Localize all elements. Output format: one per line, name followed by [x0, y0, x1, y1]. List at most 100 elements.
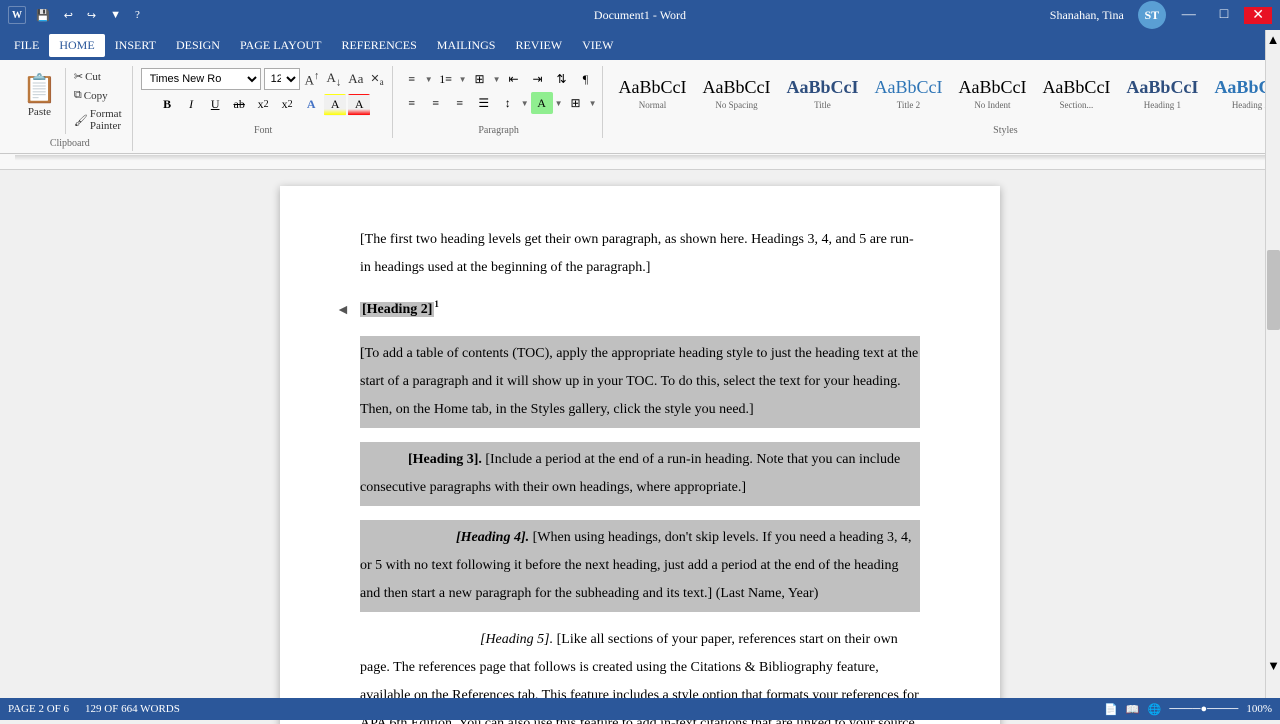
menu-bar: FILE HOME INSERT DESIGN PAGE LAYOUT REFE…	[0, 30, 1280, 60]
scrollbar[interactable]: ▲ ▼	[1265, 30, 1280, 698]
paste-icon: 📋	[22, 72, 57, 106]
menu-home[interactable]: HOME	[49, 34, 104, 57]
shading-button[interactable]: A	[531, 92, 553, 114]
word-count-status: 129 OF 664 WORDS	[85, 703, 180, 715]
style-no-spacing[interactable]: AaBbCcI No Spacing	[695, 72, 777, 116]
style-heading1-preview: AaBbCcI	[1126, 77, 1198, 99]
style-title[interactable]: AaBbCcI Title	[779, 72, 865, 116]
bullet-list-button[interactable]: ≡	[401, 68, 423, 90]
style-section-preview: AaBbCcI	[1042, 77, 1110, 99]
cut-button[interactable]: ✂ Cut	[70, 68, 126, 85]
paste-button[interactable]: 📋 Paste	[14, 68, 66, 134]
line-spacing-button[interactable]: ↕	[497, 92, 519, 114]
align-right-button[interactable]: ≡	[449, 92, 471, 114]
change-case-button[interactable]: Aa	[346, 69, 365, 89]
style-section[interactable]: AaBbCcI Section...	[1035, 72, 1117, 116]
styles-gallery: AaBbCcI Normal AaBbCcI No Spacing AaBbCc…	[611, 72, 1280, 116]
zoom-level: 100%	[1246, 703, 1272, 715]
layout-view-icon[interactable]: 📄	[1104, 703, 1118, 716]
minimize-button[interactable]: —	[1174, 7, 1204, 23]
format-painter-button[interactable]: 🖌 Format Painter	[70, 106, 126, 134]
menu-view[interactable]: VIEW	[572, 34, 623, 57]
web-view-icon[interactable]: 🌐	[1148, 703, 1162, 716]
quick-access-more[interactable]: ▼	[106, 7, 125, 23]
font-group: Times New Ro 12 A↑ A↓ Aa ✕a B I U ab x2 …	[135, 66, 393, 138]
font-size-select[interactable]: 12	[264, 68, 300, 90]
text-effects-button[interactable]: A	[300, 94, 322, 116]
style-no-spacing-label: No Spacing	[715, 100, 757, 110]
status-bar: PAGE 2 OF 6 129 OF 664 WORDS 📄 📖 🌐 ────●…	[0, 698, 1280, 720]
clear-formatting-button[interactable]: ✕a	[368, 70, 385, 89]
shading-dropdown[interactable]: ▼	[555, 99, 563, 108]
multilevel-dropdown[interactable]: ▼	[493, 75, 501, 84]
redo-button[interactable]: ↪	[83, 7, 100, 24]
menu-insert[interactable]: INSERT	[105, 34, 166, 57]
menu-page-layout[interactable]: PAGE LAYOUT	[230, 34, 331, 57]
style-no-spacing-preview: AaBbCcI	[702, 77, 770, 99]
window-controls: Shanahan, Tina ST — □ ✕	[1050, 1, 1272, 29]
align-left-button[interactable]: ≡	[401, 92, 423, 114]
sort-button[interactable]: ⇅	[550, 68, 572, 90]
style-title2[interactable]: AaBbCcI Title 2	[867, 72, 949, 116]
document-page[interactable]: [The first two heading levels get their …	[280, 186, 1000, 724]
strikethrough-button[interactable]: ab	[228, 94, 250, 116]
style-heading2-label: Heading 2	[1232, 100, 1269, 110]
style-title-label: Title	[814, 100, 831, 110]
increase-indent-button[interactable]: ⇥	[526, 68, 548, 90]
heading2-superscript: 1	[434, 299, 439, 309]
menu-references[interactable]: REFERENCES	[331, 34, 426, 57]
bold-button[interactable]: B	[156, 94, 178, 116]
number-dropdown[interactable]: ▼	[459, 75, 467, 84]
scroll-up-button[interactable]: ▲	[1266, 30, 1280, 50]
justify-button[interactable]: ☰	[473, 92, 495, 114]
number-list-button[interactable]: 1≡	[435, 68, 457, 90]
subscript-button[interactable]: x2	[252, 94, 274, 116]
save-button[interactable]: 💾	[32, 7, 54, 24]
document-title: Document1 - Word	[594, 8, 686, 23]
heading2-section: ◄ [Heading 2]1	[360, 296, 920, 322]
heading4-paragraph: [Heading 4]. [When using headings, don't…	[360, 524, 920, 608]
scrollbar-thumb[interactable]	[1267, 250, 1280, 330]
superscript-button[interactable]: x2	[276, 94, 298, 116]
borders-button[interactable]: ⊞	[565, 92, 587, 114]
style-title2-label: Title 2	[897, 100, 920, 110]
line-spacing-dropdown[interactable]: ▼	[521, 99, 529, 108]
paste-label: Paste	[28, 106, 51, 118]
style-no-indent-preview: AaBbCcI	[958, 77, 1026, 99]
decrease-indent-button[interactable]: ⇤	[502, 68, 524, 90]
undo-button[interactable]: ↩	[60, 7, 77, 24]
italic-button[interactable]: I	[180, 94, 202, 116]
align-center-button[interactable]: ≡	[425, 92, 447, 114]
font-name-select[interactable]: Times New Ro	[141, 68, 261, 90]
shrink-font-button[interactable]: A↓	[324, 68, 343, 91]
bullet-dropdown[interactable]: ▼	[425, 75, 433, 84]
heading2-text: [Heading 2]1	[360, 296, 920, 322]
style-normal[interactable]: AaBbCcI Normal	[611, 72, 693, 116]
scroll-down-button[interactable]: ▼	[1266, 656, 1280, 676]
style-heading1[interactable]: AaBbCcI Heading 1	[1119, 72, 1205, 116]
read-mode-icon[interactable]: 📖	[1126, 703, 1140, 716]
grow-font-button[interactable]: A↑	[303, 68, 322, 90]
underline-button[interactable]: U	[204, 94, 226, 116]
page-indicator: PAGE 2 OF 6	[8, 703, 69, 715]
multilevel-list-button[interactable]: ⊞	[469, 68, 491, 90]
menu-review[interactable]: REVIEW	[505, 34, 572, 57]
clipboard-group: 📋 Paste ✂ Cut ⧉ Copy 🖌 Format Painter	[8, 66, 133, 151]
help-icon[interactable]: ?	[131, 7, 144, 23]
menu-file[interactable]: FILE	[4, 34, 49, 57]
style-heading1-label: Heading 1	[1144, 100, 1181, 110]
clipboard-label: Clipboard	[50, 134, 90, 149]
close-button[interactable]: ✕	[1244, 7, 1272, 24]
maximize-button[interactable]: □	[1212, 7, 1236, 23]
menu-mailings[interactable]: MAILINGS	[427, 34, 506, 57]
show-paragraph-button[interactable]: ¶	[574, 68, 596, 90]
menu-design[interactable]: DESIGN	[166, 34, 230, 57]
copy-button[interactable]: ⧉ Copy	[70, 87, 126, 104]
style-no-indent[interactable]: AaBbCcI No Indent	[951, 72, 1033, 116]
font-color-button[interactable]: A	[348, 94, 370, 116]
zoom-slider[interactable]: ────●────	[1169, 703, 1238, 715]
document-area: [The first two heading levels get their …	[0, 170, 1280, 724]
highlight-color-button[interactable]: A	[324, 94, 346, 116]
title-bar-left: W 💾 ↩ ↪ ▼ ?	[8, 6, 144, 24]
borders-dropdown[interactable]: ▼	[589, 99, 597, 108]
